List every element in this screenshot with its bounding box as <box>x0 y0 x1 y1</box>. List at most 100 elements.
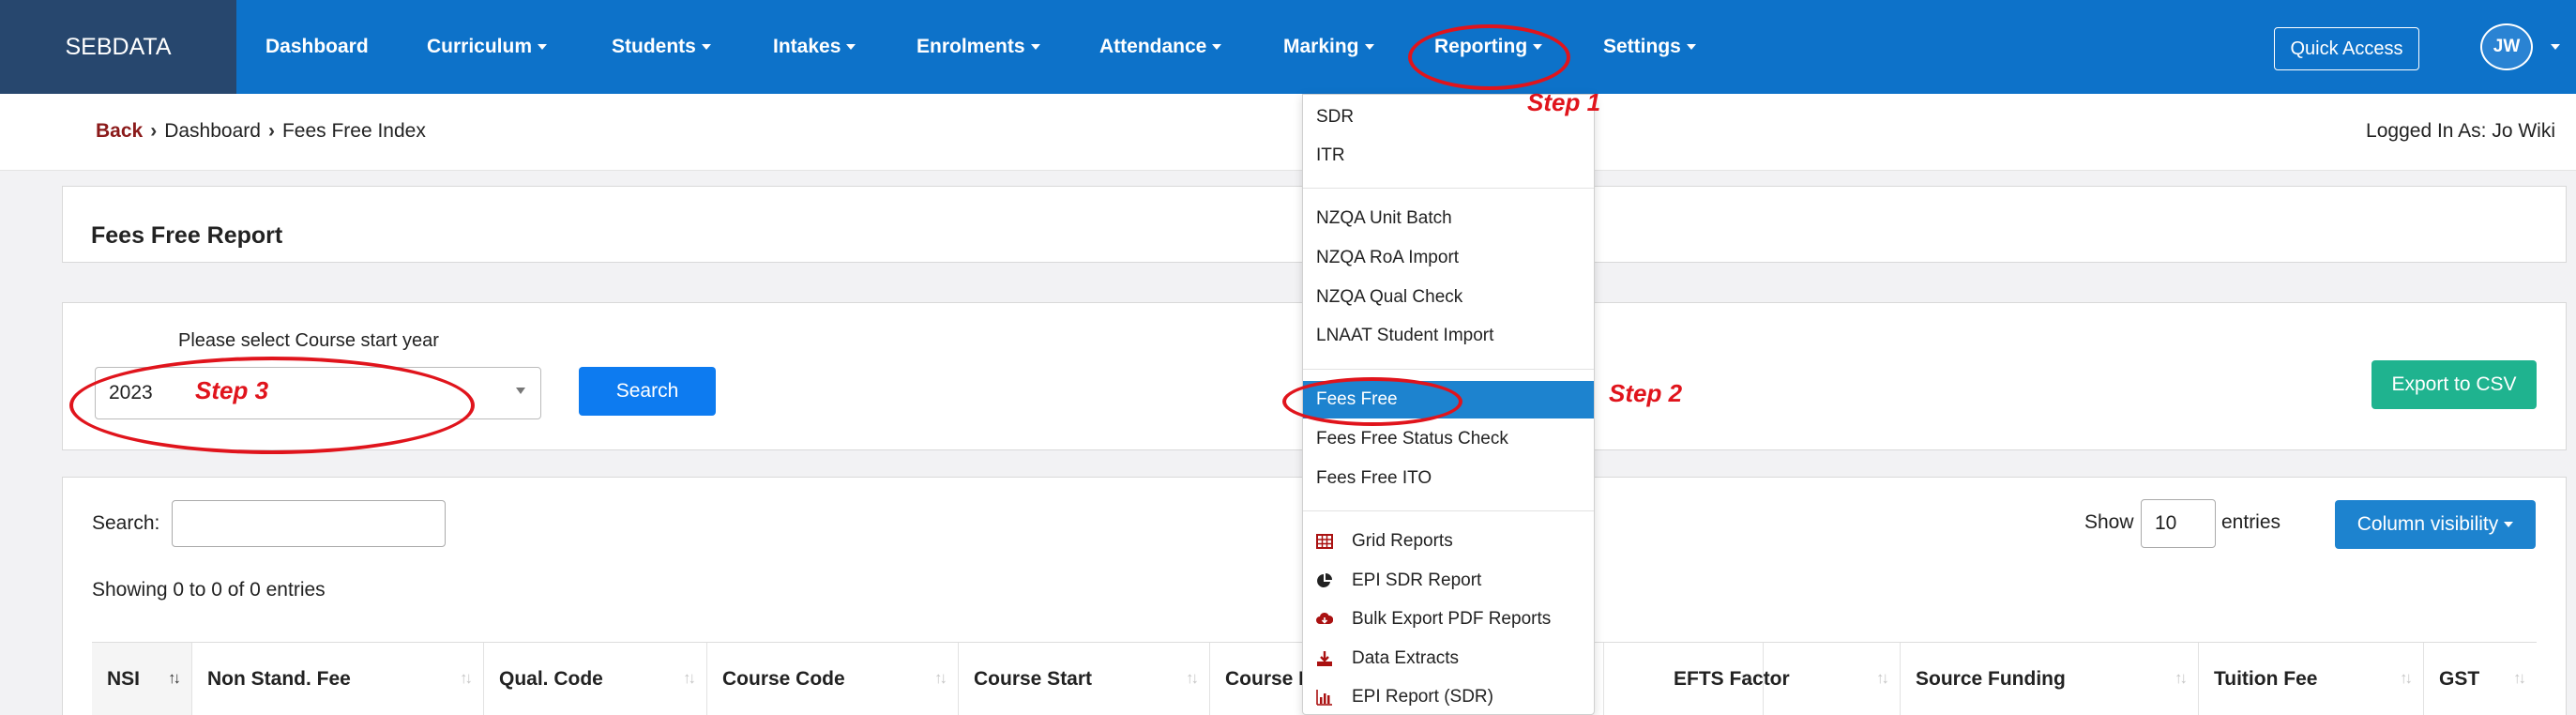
menu-item-label: ITR <box>1316 145 1345 165</box>
sort-icon: ↑↓ <box>1186 669 1199 687</box>
year-select-label: Please select Course start year <box>178 330 439 351</box>
column-header-qual-code[interactable]: Qual. Code ↑↓ <box>484 643 707 715</box>
step1-highlight-ellipse <box>1408 24 1570 90</box>
column-header-course-start[interactable]: Course Start ↑↓ <box>959 643 1210 715</box>
chevron-down-icon <box>2504 522 2514 527</box>
pie-chart-icon <box>1317 573 1332 587</box>
table-grid-icon <box>1316 534 1333 549</box>
column-header-label: NSI <box>107 668 141 690</box>
user-avatar[interactable]: JW <box>2480 23 2533 70</box>
nav-intakes[interactable]: Intakes <box>773 0 856 94</box>
table-search-label: Search: <box>92 512 160 534</box>
chevron-right-icon: › <box>267 120 275 142</box>
menu-item-itr[interactable]: ITR <box>1303 137 1594 175</box>
entries-label: entries <box>2221 511 2281 533</box>
column-header-label: GST <box>2439 668 2480 690</box>
menu-item-epi-sdr-report[interactable]: EPI SDR Report <box>1303 562 1594 600</box>
bar-chart-icon <box>1316 690 1332 706</box>
nav-students-label: Students <box>612 36 696 57</box>
menu-divider <box>1303 510 1594 511</box>
export-csv-button[interactable]: Export to CSV <box>2371 360 2537 409</box>
chevron-down-icon <box>846 44 856 50</box>
column-visibility-button[interactable]: Column visibility <box>2335 500 2536 549</box>
search-button[interactable]: Search <box>579 367 716 416</box>
menu-item-data-extracts[interactable]: Data Extracts <box>1303 640 1594 677</box>
chevron-down-icon <box>1212 44 1222 50</box>
nav-curriculum-label: Curriculum <box>427 36 533 57</box>
menu-item-label: EPI Report (SDR) <box>1352 687 1493 707</box>
step3-highlight-ellipse <box>69 357 475 454</box>
column-visibility-label: Column visibility <box>2356 513 2499 535</box>
breadcrumb: Back › Dashboard › Fees Free Index <box>96 120 426 143</box>
menu-item-label: Fees Free ITO <box>1316 468 1432 488</box>
table-search-input[interactable] <box>172 500 446 547</box>
breadcrumb-current: Fees Free Index <box>281 120 426 142</box>
download-icon <box>1317 651 1332 666</box>
menu-item-epi-report-sdr[interactable]: EPI Report (SDR) <box>1303 678 1594 715</box>
quick-access-button[interactable]: Quick Access <box>2274 27 2419 70</box>
nav-marking[interactable]: Marking <box>1283 0 1374 94</box>
column-header-label: Source Funding <box>1916 668 2066 690</box>
column-header-gst[interactable]: GST ↑↓ <box>2424 643 2537 715</box>
column-header-label: Course E <box>1225 668 1312 690</box>
chevron-right-icon: › <box>150 120 158 142</box>
breadcrumb-bar: Back › Dashboard › Fees Free Index Logge… <box>0 94 2576 171</box>
nav-marking-label: Marking <box>1283 36 1359 57</box>
menu-item-nzqa-roa-import[interactable]: NZQA RoA Import <box>1303 239 1594 277</box>
brand-logo[interactable]: SEBDATA <box>0 0 236 94</box>
breadcrumb-dashboard[interactable]: Dashboard <box>164 120 261 143</box>
column-header-course-code[interactable]: Course Code ↑↓ <box>707 643 959 715</box>
nav-curriculum[interactable]: Curriculum <box>427 0 548 94</box>
column-header-label: EFTS Factor <box>1674 668 1790 690</box>
chevron-down-icon <box>1030 44 1040 50</box>
column-header-nsi[interactable]: NSI ↑↓ <box>92 643 192 715</box>
column-header-label: Course Code <box>722 668 845 690</box>
menu-item-label: LNAAT Student Import <box>1316 326 1494 345</box>
step3-label: Step 3 <box>195 376 269 404</box>
column-header-label: Non Stand. Fee <box>207 668 351 690</box>
menu-item-grid-reports[interactable]: Grid Reports <box>1303 523 1594 560</box>
menu-item-label: EPI SDR Report <box>1352 570 1482 590</box>
back-link[interactable]: Back <box>96 120 143 143</box>
chevron-down-icon <box>701 44 711 50</box>
menu-item-fees-free-status-check[interactable]: Fees Free Status Check <box>1303 420 1594 458</box>
column-header-label: Tuition Fee <box>2214 668 2318 690</box>
menu-item-nzqa-unit-batch[interactable]: NZQA Unit Batch <box>1303 200 1594 237</box>
nav-attendance[interactable]: Attendance <box>1099 0 1222 94</box>
nav-dashboard[interactable]: Dashboard <box>265 0 369 94</box>
show-label: Show <box>2084 511 2134 533</box>
menu-item-bulk-export-pdf[interactable]: Bulk Export PDF Reports <box>1303 601 1594 638</box>
column-header-tuition-fee[interactable]: Tuition Fee ↑↓ <box>2199 643 2424 715</box>
sort-icon: ↑↓ <box>2513 669 2526 687</box>
nav-students[interactable]: Students <box>612 0 711 94</box>
chevron-down-icon[interactable] <box>2551 44 2560 50</box>
step1-label: Step 1 <box>1527 88 1601 116</box>
menu-divider <box>1303 188 1594 189</box>
menu-item-label: NZQA RoA Import <box>1316 248 1460 267</box>
column-header-source-funding[interactable]: Source Funding ↑↓ <box>1901 643 2199 715</box>
step2-label: Step 2 <box>1609 379 1683 407</box>
menu-item-label: NZQA Unit Batch <box>1316 208 1452 228</box>
menu-item-lnaat-student-import[interactable]: LNAAT Student Import <box>1303 317 1594 355</box>
nav-enrolments-label: Enrolments <box>917 36 1025 57</box>
nav-enrolments[interactable]: Enrolments <box>917 0 1040 94</box>
menu-item-label: Data Extracts <box>1352 648 1460 668</box>
menu-item-nzqa-qual-check[interactable]: NZQA Qual Check <box>1303 279 1594 316</box>
entries-count-input[interactable]: 10 <box>2141 499 2216 548</box>
chevron-down-icon <box>1686 44 1696 50</box>
menu-item-fees-free-ito[interactable]: Fees Free ITO <box>1303 460 1594 497</box>
menu-divider <box>1303 369 1594 370</box>
nav-settings[interactable]: Settings <box>1603 0 1696 94</box>
showing-entries-text: Showing 0 to 0 of 0 entries <box>92 579 326 601</box>
column-header-label: Qual. Code <box>499 668 603 690</box>
page-title: Fees Free Report <box>91 222 283 249</box>
column-header-non-stand-fee[interactable]: Non Stand. Fee ↑↓ <box>192 643 484 715</box>
menu-item-label: NZQA Qual Check <box>1316 287 1463 307</box>
cloud-download-icon <box>1316 612 1333 624</box>
column-header-efts-factor[interactable]: EFTS Factor ↑↓ <box>1659 643 1901 715</box>
step2-highlight-ellipse <box>1282 377 1462 426</box>
sort-ascending-icon: ↑↓ <box>168 669 181 687</box>
select-arrow-icon <box>516 388 525 394</box>
menu-item-label: Bulk Export PDF Reports <box>1352 609 1552 629</box>
sort-icon: ↑↓ <box>934 669 947 687</box>
